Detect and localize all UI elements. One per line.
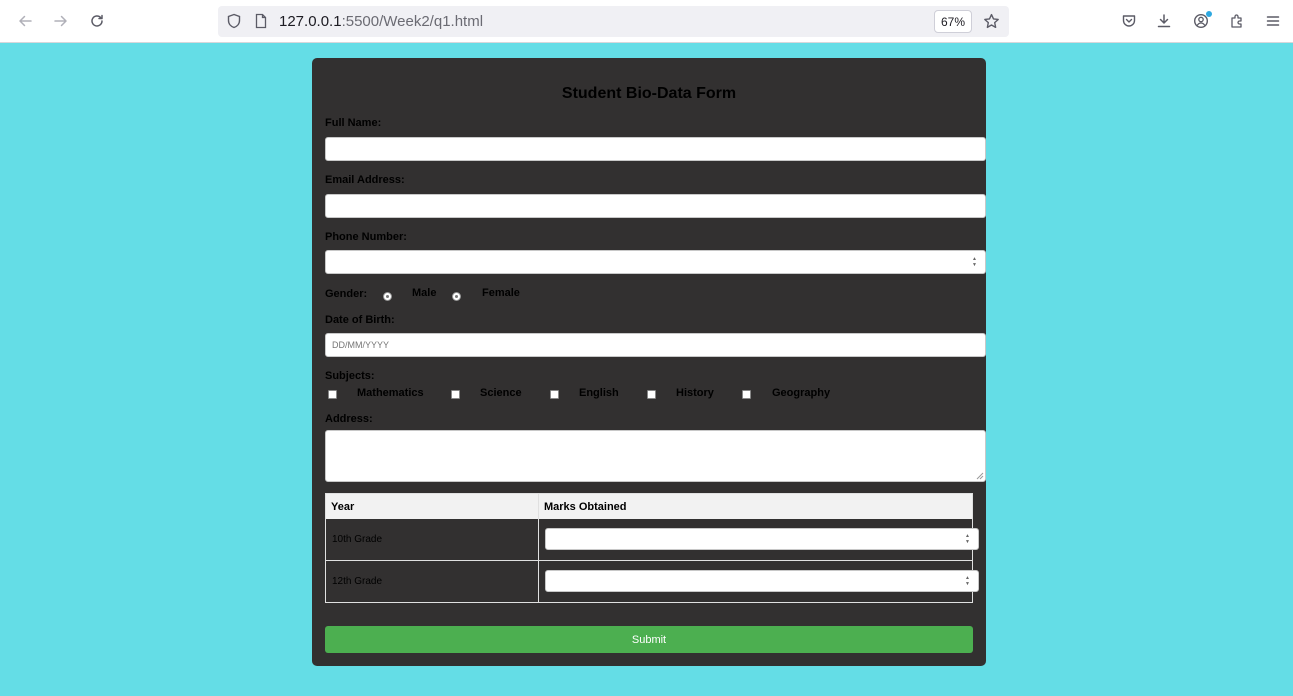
email-label: Email Address:	[325, 174, 405, 186]
subject-mathematics-label: Mathematics	[357, 387, 424, 399]
subject-science-checkbox[interactable]	[451, 390, 460, 399]
form-title: Student Bio-Data Form	[561, 85, 737, 102]
download-icon	[1157, 14, 1171, 28]
row-divider	[326, 560, 972, 561]
resize-grip-icon[interactable]	[974, 470, 984, 480]
subjects-label: Subjects:	[325, 370, 375, 382]
puzzle-icon	[1231, 14, 1242, 28]
shield-icon[interactable]	[226, 13, 242, 29]
reload-button[interactable]	[84, 8, 110, 34]
row-year-10th: 10th Grade	[332, 534, 383, 545]
full-name-label: Full Name:	[325, 117, 382, 129]
subject-science-label: Science	[480, 387, 522, 399]
arrow-right-icon	[54, 15, 67, 27]
gender-male-label: Male	[412, 287, 437, 299]
extensions-button[interactable]	[1224, 8, 1250, 34]
subject-english-label: English	[579, 387, 619, 399]
forward-button[interactable]	[48, 8, 74, 34]
subject-history-label: History	[676, 387, 714, 399]
url-path: :5500/Week2/q1.html	[341, 13, 484, 30]
phone-input[interactable]: ▲ ▼	[325, 250, 986, 274]
marks-10th-input[interactable]: ▲ ▼	[545, 528, 979, 550]
gender-female-radio[interactable]	[452, 292, 461, 301]
subject-english-checkbox[interactable]	[550, 390, 559, 399]
page-icon[interactable]	[253, 13, 269, 29]
reload-icon	[91, 14, 103, 27]
pocket-button[interactable]	[1116, 8, 1142, 34]
gender-female-label: Female	[482, 287, 520, 299]
dob-placeholder: DD/MM/YYYY	[332, 340, 390, 350]
bookmark-star-icon[interactable]	[983, 13, 1000, 30]
gender-label: Gender:	[325, 288, 368, 300]
browser-toolbar: 127.0.0.1:5500/Week2/q1.html 67%	[0, 0, 1293, 43]
phone-label: Phone Number:	[325, 231, 407, 243]
hamburger-menu-icon	[1266, 16, 1280, 26]
marks-table: Year Marks Obtained 10th Grade ▲ ▼ 12th G…	[325, 493, 979, 603]
subject-geography-checkbox[interactable]	[742, 390, 751, 399]
gender-male-radio[interactable]	[383, 292, 392, 301]
dob-input[interactable]: DD/MM/YYYY	[325, 333, 986, 357]
row-year-12th: 12th Grade	[332, 576, 383, 587]
address-textarea[interactable]	[325, 430, 986, 482]
bio-data-form: Student Bio-Data Form Full Name: Email A…	[312, 58, 986, 666]
full-name-input[interactable]	[325, 137, 986, 161]
number-spinner-icon[interactable]: ▲ ▼	[970, 256, 979, 268]
notification-dot	[1206, 11, 1212, 17]
url-host: 127.0.0.1	[279, 13, 342, 30]
submit-button[interactable]: Submit	[325, 626, 973, 653]
downloads-button[interactable]	[1151, 8, 1177, 34]
arrow-left-icon	[19, 15, 32, 27]
email-input[interactable]	[325, 194, 986, 218]
pocket-icon	[1122, 15, 1136, 27]
address-label: Address:	[325, 413, 373, 425]
url-text[interactable]: 127.0.0.1:5500/Week2/q1.html	[279, 13, 483, 30]
zoom-level-button[interactable]: 67%	[934, 10, 972, 33]
column-divider	[538, 494, 539, 602]
subject-mathematics-checkbox[interactable]	[328, 390, 337, 399]
dob-label: Date of Birth:	[325, 314, 395, 326]
header-marks-obtained: Marks Obtained	[539, 494, 972, 519]
url-bar[interactable]: 127.0.0.1:5500/Week2/q1.html 67%	[218, 6, 1009, 37]
subject-geography-label: Geography	[772, 387, 831, 399]
number-spinner-icon[interactable]: ▲ ▼	[963, 533, 972, 545]
number-spinner-icon[interactable]: ▲ ▼	[963, 575, 972, 587]
subject-history-checkbox[interactable]	[647, 390, 656, 399]
back-button[interactable]	[12, 8, 38, 34]
marks-12th-input[interactable]: ▲ ▼	[545, 570, 979, 592]
header-year: Year	[326, 494, 538, 519]
menu-button[interactable]	[1260, 8, 1286, 34]
